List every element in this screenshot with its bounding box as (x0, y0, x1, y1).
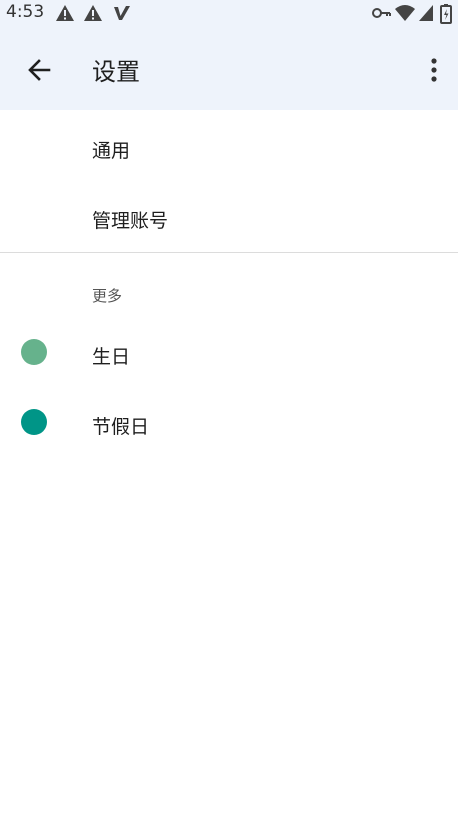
status-time: 4:53 (6, 2, 45, 22)
v-logo-icon (114, 6, 130, 20)
calendar-item-holidays[interactable]: 节假日 (0, 388, 458, 458)
section-header-more: 更多 (92, 287, 123, 305)
settings-item-label: 管理账号 (92, 210, 169, 232)
more-vert-icon (431, 58, 437, 82)
settings-item-general[interactable]: 通用 (0, 112, 458, 182)
app-header: 4:53 设置 (0, 0, 458, 110)
toolbar: 设置 (0, 26, 458, 110)
color-dot (21, 409, 47, 435)
arrow-back-icon (28, 59, 51, 81)
vpn-key-icon (372, 8, 391, 18)
wifi-icon (395, 5, 415, 21)
calendar-item-birthdays[interactable]: 生日 (0, 318, 458, 388)
status-bar: 4:53 (0, 0, 458, 26)
signal-icon (419, 5, 433, 21)
calendar-item-label: 生日 (92, 346, 131, 368)
battery-icon (440, 4, 452, 24)
settings-item-manage-accounts[interactable]: 管理账号 (0, 182, 458, 252)
more-options-button[interactable] (418, 48, 450, 92)
alert-icon (84, 5, 102, 21)
calendar-item-label: 节假日 (92, 416, 150, 438)
divider (0, 252, 458, 253)
settings-item-label: 通用 (92, 140, 131, 162)
color-dot (21, 339, 47, 365)
alert-icon (56, 5, 74, 21)
back-button[interactable] (18, 48, 62, 92)
page-title: 设置 (92, 58, 140, 86)
